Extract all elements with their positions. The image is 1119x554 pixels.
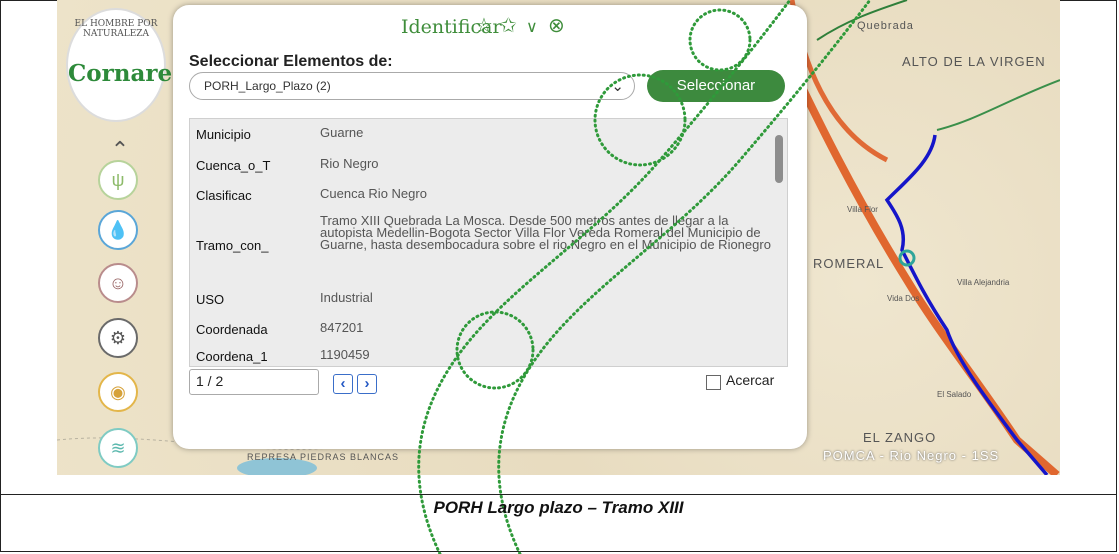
layer-select[interactable]: PORH_Largo_Plazo (2) ⌄ <box>189 72 635 100</box>
attr-key: Coordenada <box>196 322 268 337</box>
map-label-villa-flor: Villa Flor <box>847 205 878 214</box>
layer-select-value: PORH_Largo_Plazo (2) <box>204 79 331 93</box>
attr-value: Guarne <box>320 125 364 140</box>
select-chevron-icon: ⌄ <box>611 78 624 95</box>
select-label: Seleccionar Elementos de: <box>189 53 393 70</box>
map-label-el-salado: El Salado <box>937 390 972 399</box>
page-indicator-input[interactable]: 1 / 2 <box>189 369 319 395</box>
tools-gear-icon[interactable]: ⚙ <box>98 318 138 358</box>
stream-segment-line <box>884 134 1049 475</box>
attr-value: Cuenca Rio Negro <box>320 186 427 201</box>
logo-name: Cornare <box>68 60 173 87</box>
map-label-vida-dos: Vida Dos <box>887 294 920 303</box>
zoom-checkbox-label: Acercar <box>726 372 775 388</box>
map-label-pomca: POMCA - Rio Negro - 1SS <box>823 448 1000 463</box>
previous-page-button[interactable]: ‹ <box>333 374 353 394</box>
attr-value: Rio Negro <box>320 156 379 171</box>
attr-key: Coordena_1 <box>196 349 268 364</box>
map-label-villa-alejandria: Villa Alejandria <box>957 278 1010 287</box>
attr-key: Municipio <box>196 127 251 142</box>
logo-arc-text: EL HOMBRE POR NATURALEZA <box>74 19 158 39</box>
pin-icon[interactable]: ☆ <box>475 13 493 38</box>
unpin-icon[interactable]: ✩ <box>500 13 517 38</box>
globe-icon[interactable]: ◉ <box>98 372 138 412</box>
attr-key: USO <box>196 292 225 307</box>
attr-key: Tramo_con_ <box>196 238 269 253</box>
person-icon[interactable]: ☺ <box>98 263 138 303</box>
caption-divider <box>0 494 1117 495</box>
map-label-quebrada: Quebrada <box>857 20 914 32</box>
attr-key: Cuenca_o_T <box>196 158 271 173</box>
attributes-table[interactable]: Municipio Guarne Cuenca_o_T Rio Negro Cl… <box>189 118 788 367</box>
water-drop-icon[interactable]: 💧 <box>98 210 138 250</box>
identify-panel: Identificar ☆ ✩ ∨ ⊗ Seleccionar Elemento… <box>173 5 807 449</box>
close-icon[interactable]: ⊗ <box>548 13 565 38</box>
attr-value: Tramo XIII Quebrada La Mosca. Desde 500 … <box>320 213 771 252</box>
attr-value: 1190459 <box>320 347 370 362</box>
attr-key: Clasificac <box>196 188 252 203</box>
cornare-logo: EL HOMBRE POR NATURALEZA Cornare <box>66 8 173 122</box>
waves-icon[interactable]: ≋ <box>98 428 138 468</box>
chevron-down-icon[interactable]: ∨ <box>526 17 538 37</box>
attr-value: Industrial <box>320 290 373 305</box>
map-label-alto: ALTO DE LA VIRGEN <box>902 54 1046 69</box>
plant-icon[interactable]: ψ <box>98 160 138 200</box>
map-label-zango: EL ZANGO <box>863 430 937 445</box>
next-page-button[interactable]: › <box>357 374 377 394</box>
table-scrollbar[interactable] <box>775 135 783 183</box>
figure-caption: PORH Largo plazo – Tramo XIII <box>433 498 684 517</box>
green-stream-line <box>936 79 1060 131</box>
select-button[interactable]: Seleccionar <box>647 70 785 102</box>
map-label-represa: REPRESA PIEDRAS BLANCAS <box>247 452 400 462</box>
attr-value: 847201 <box>320 320 364 335</box>
map-label-romeral: ROMERAL <box>813 256 885 271</box>
highway-road <box>773 33 1060 475</box>
zoom-checkbox[interactable] <box>706 375 721 390</box>
